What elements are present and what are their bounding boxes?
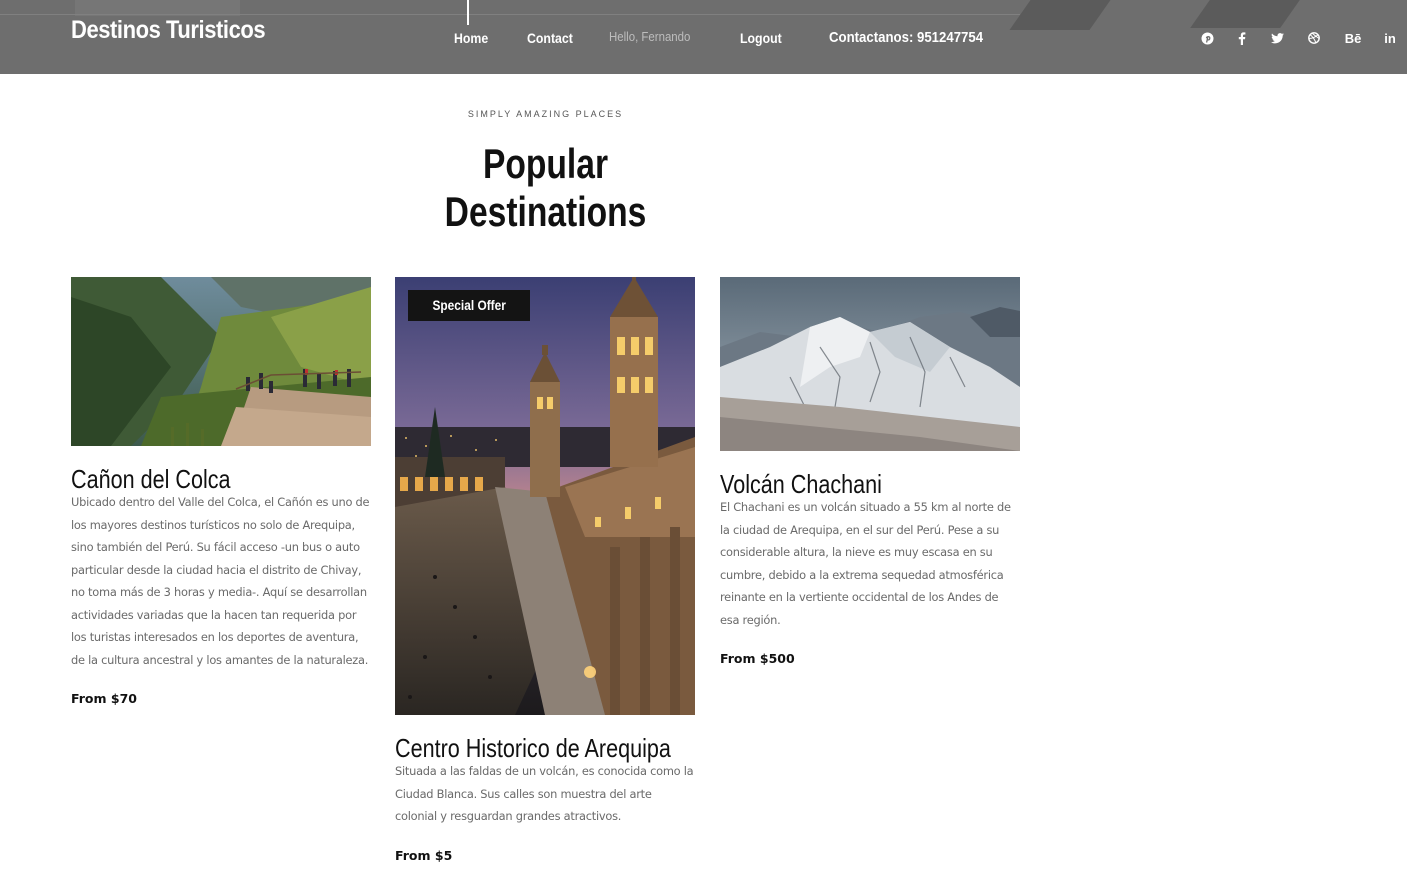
pinterest-icon[interactable] (1199, 30, 1215, 46)
header-decoration (1009, 0, 1111, 30)
nav-logout[interactable]: Logout (740, 30, 782, 46)
destination-description: El Chachani es un volcán situado a 55 km… (720, 500, 1011, 627)
destination-card: Volcán Chachani El Chachani es un volcán… (720, 277, 1020, 666)
site-logo[interactable]: Destinos Turisticos (71, 16, 266, 45)
destination-price: From $500 (720, 651, 795, 666)
destination-card: Cañon del Colca Ubicado dentro del Valle… (71, 277, 371, 706)
special-offer-badge: Special Offer (408, 290, 531, 321)
twitter-icon[interactable] (1269, 30, 1285, 46)
contact-phone: Contactanos: 951247754 (829, 29, 984, 46)
site-header: Destinos Turisticos Home Contact Hello, … (0, 0, 1407, 74)
destination-title[interactable]: Centro Historico de Arequipa (395, 733, 671, 763)
user-greeting: Hello, Fernando (609, 29, 691, 44)
destination-description: Ubicado dentro del Valle del Colca, el C… (71, 495, 370, 667)
destination-price: From $70 (71, 691, 137, 706)
destination-title[interactable]: Volcán Chachani (720, 469, 969, 499)
section-title: Popular Destinations (444, 140, 647, 235)
nav-home[interactable]: Home (454, 30, 488, 46)
destination-price: From $5 (395, 847, 453, 863)
active-nav-indicator (467, 0, 469, 25)
destination-card: Special Offer Centro Historico de Arequi… (395, 277, 695, 863)
facebook-icon[interactable] (1235, 30, 1249, 46)
linkedin-icon[interactable]: in (1382, 30, 1398, 46)
behance-icon[interactable]: Bē (1342, 30, 1364, 46)
destination-title[interactable]: Cañon del Colca (71, 464, 320, 494)
dribbble-icon[interactable] (1306, 30, 1322, 46)
section-eyebrow: Simply Amazing Places (467, 109, 624, 119)
header-divider (0, 14, 1020, 15)
destination-image-chachani[interactable] (720, 277, 1020, 451)
header-decoration (1190, 0, 1300, 28)
destination-image-colca[interactable] (71, 277, 371, 446)
destination-description: Situada a las faldas de un volcán, es co… (395, 764, 694, 823)
destination-image-arequipa[interactable]: Special Offer (395, 277, 695, 715)
nav-contact[interactable]: Contact (527, 30, 573, 46)
